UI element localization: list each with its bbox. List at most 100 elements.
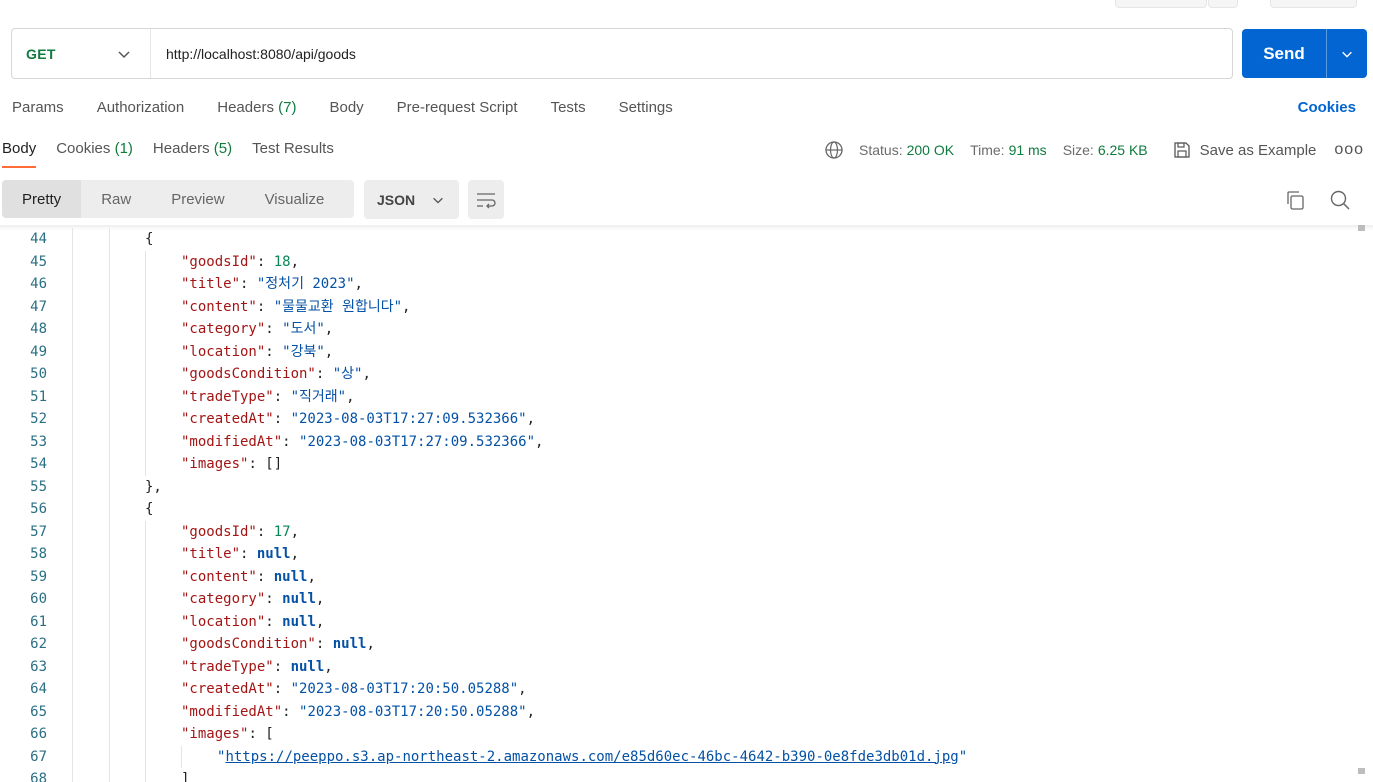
size-value[interactable]: 6.25 KB: [1098, 142, 1148, 158]
tab-params[interactable]: Params: [12, 99, 64, 116]
more-options-icon[interactable]: ooo: [1334, 141, 1364, 159]
response-tab-test-results[interactable]: Test Results: [252, 140, 334, 168]
tab-settings[interactable]: Settings: [619, 99, 673, 116]
time-label: Time:: [970, 142, 1005, 158]
indent-guide: [109, 588, 145, 611]
cookies-link[interactable]: Cookies: [1298, 99, 1356, 116]
code-content: "location": "강북",: [73, 340, 333, 363]
code-token: ,: [307, 568, 316, 585]
code-token: "상": [332, 366, 363, 382]
response-tabs: Body Cookies (1) Headers (5) Test Result…: [2, 140, 354, 168]
code-line: 68]: [0, 768, 967, 782]
wrap-lines-button[interactable]: [468, 180, 504, 219]
code-token: :: [282, 703, 300, 720]
response-tab-headers[interactable]: Headers (5): [153, 140, 232, 168]
indent-guide: [109, 250, 145, 273]
scroll-down-arrow[interactable]: [1358, 768, 1365, 774]
code-token: ": [958, 748, 968, 765]
code-content: "goodsCondition": null,: [73, 633, 375, 656]
chevron-down-icon: [118, 50, 130, 58]
code-content: "images": []: [73, 453, 282, 476]
indent-guide: [109, 498, 145, 521]
save-as-example-label: Save as Example: [1199, 141, 1317, 159]
top-toolbar-toggle[interactable]: [1270, 0, 1357, 8]
line-number: 44: [30, 231, 47, 247]
tab-body[interactable]: Body: [329, 99, 363, 116]
code-line: 57 "goodsId": 17,: [0, 520, 967, 544]
indent-guide: [73, 296, 109, 319]
view-visualize[interactable]: Visualize: [245, 180, 345, 218]
status-value[interactable]: 200 OK: [907, 142, 954, 158]
gutter-separator: [47, 273, 73, 296]
gutter-separator: [47, 408, 73, 431]
indent-guide: [145, 408, 181, 431]
code-token: "goodsId": [181, 253, 257, 270]
code-token: "content": [181, 568, 257, 585]
indent-guide: [145, 768, 181, 782]
indent-guide: [145, 520, 181, 543]
code-line: 63 "tradeType": null,: [0, 655, 967, 678]
tab-authorization[interactable]: Authorization: [97, 99, 185, 116]
code-token: "goodsCondition": [181, 636, 316, 652]
code-token: ,: [290, 253, 300, 270]
indent-guide: [145, 543, 181, 566]
line-number: 54: [30, 456, 47, 472]
method-label: GET: [26, 45, 56, 62]
image-url-link[interactable]: https://peeppo.s3.ap-northeast-2.amazona…: [225, 749, 958, 765]
method-select[interactable]: GET: [12, 29, 151, 78]
gutter-separator: [47, 565, 73, 588]
indent-guide: [109, 610, 145, 633]
code-token: ,: [315, 591, 325, 607]
code-token: null: [332, 636, 367, 652]
code-token: null: [273, 568, 308, 585]
code-token: ,: [526, 411, 536, 427]
code-token: : []: [248, 456, 283, 472]
indent-guide: [145, 678, 181, 701]
top-toolbar-dropdown[interactable]: [1208, 0, 1238, 8]
url-input[interactable]: [151, 29, 1232, 78]
code-content: },: [73, 475, 162, 499]
tab-tests[interactable]: Tests: [551, 99, 586, 116]
code-token: "images": [181, 726, 249, 742]
copy-button[interactable]: [1284, 189, 1306, 216]
code-token: ,: [290, 523, 300, 540]
send-button[interactable]: Send: [1242, 29, 1326, 78]
indent-guide: [145, 250, 181, 273]
time-value[interactable]: 91 ms: [1009, 142, 1047, 158]
view-pretty[interactable]: Pretty: [2, 180, 82, 218]
code-token: ,: [290, 546, 300, 562]
send-options-button[interactable]: [1326, 29, 1367, 78]
save-as-example-button[interactable]: Save as Example: [1172, 140, 1317, 160]
gutter-separator: [47, 610, 73, 633]
vertical-scrollbar[interactable]: [1358, 225, 1365, 774]
code-content: "category": null,: [73, 588, 324, 611]
line-number: 57: [30, 523, 47, 540]
indent-guide: [73, 476, 109, 499]
scroll-up-arrow[interactable]: [1358, 225, 1365, 231]
indent-guide: [73, 453, 109, 476]
indent-guide: [73, 543, 109, 566]
code-line: 66 "images": [: [0, 723, 967, 746]
line-number: 56: [30, 501, 47, 517]
code-token: ,: [518, 681, 527, 697]
code-line: 46 "title": "정처기 2023",: [0, 273, 967, 296]
top-toolbar-button[interactable]: [1115, 0, 1207, 8]
tab-pre-request-script[interactable]: Pre-request Script: [397, 99, 518, 116]
gutter-separator: [47, 228, 73, 251]
indent-guide: [109, 520, 145, 543]
response-tab-body[interactable]: Body: [2, 140, 37, 168]
line-number: 50: [30, 366, 47, 382]
indent-guide: [73, 521, 109, 544]
line-number: 47: [30, 298, 47, 315]
format-select[interactable]: JSON: [364, 180, 459, 219]
response-tab-cookies[interactable]: Cookies (1): [56, 140, 133, 168]
globe-icon[interactable]: [824, 140, 844, 160]
indent-guide: [73, 588, 109, 611]
search-button[interactable]: [1329, 189, 1351, 216]
view-raw[interactable]: Raw: [81, 180, 151, 218]
tab-headers[interactable]: Headers (7): [217, 99, 296, 116]
view-preview[interactable]: Preview: [151, 180, 244, 218]
code-token: :: [273, 658, 291, 675]
response-body-viewer[interactable]: 44 {45 "goodsId": 18, 46 "title": "정처기 2023"…: [0, 225, 1373, 782]
code-token: ]: [181, 771, 190, 782]
